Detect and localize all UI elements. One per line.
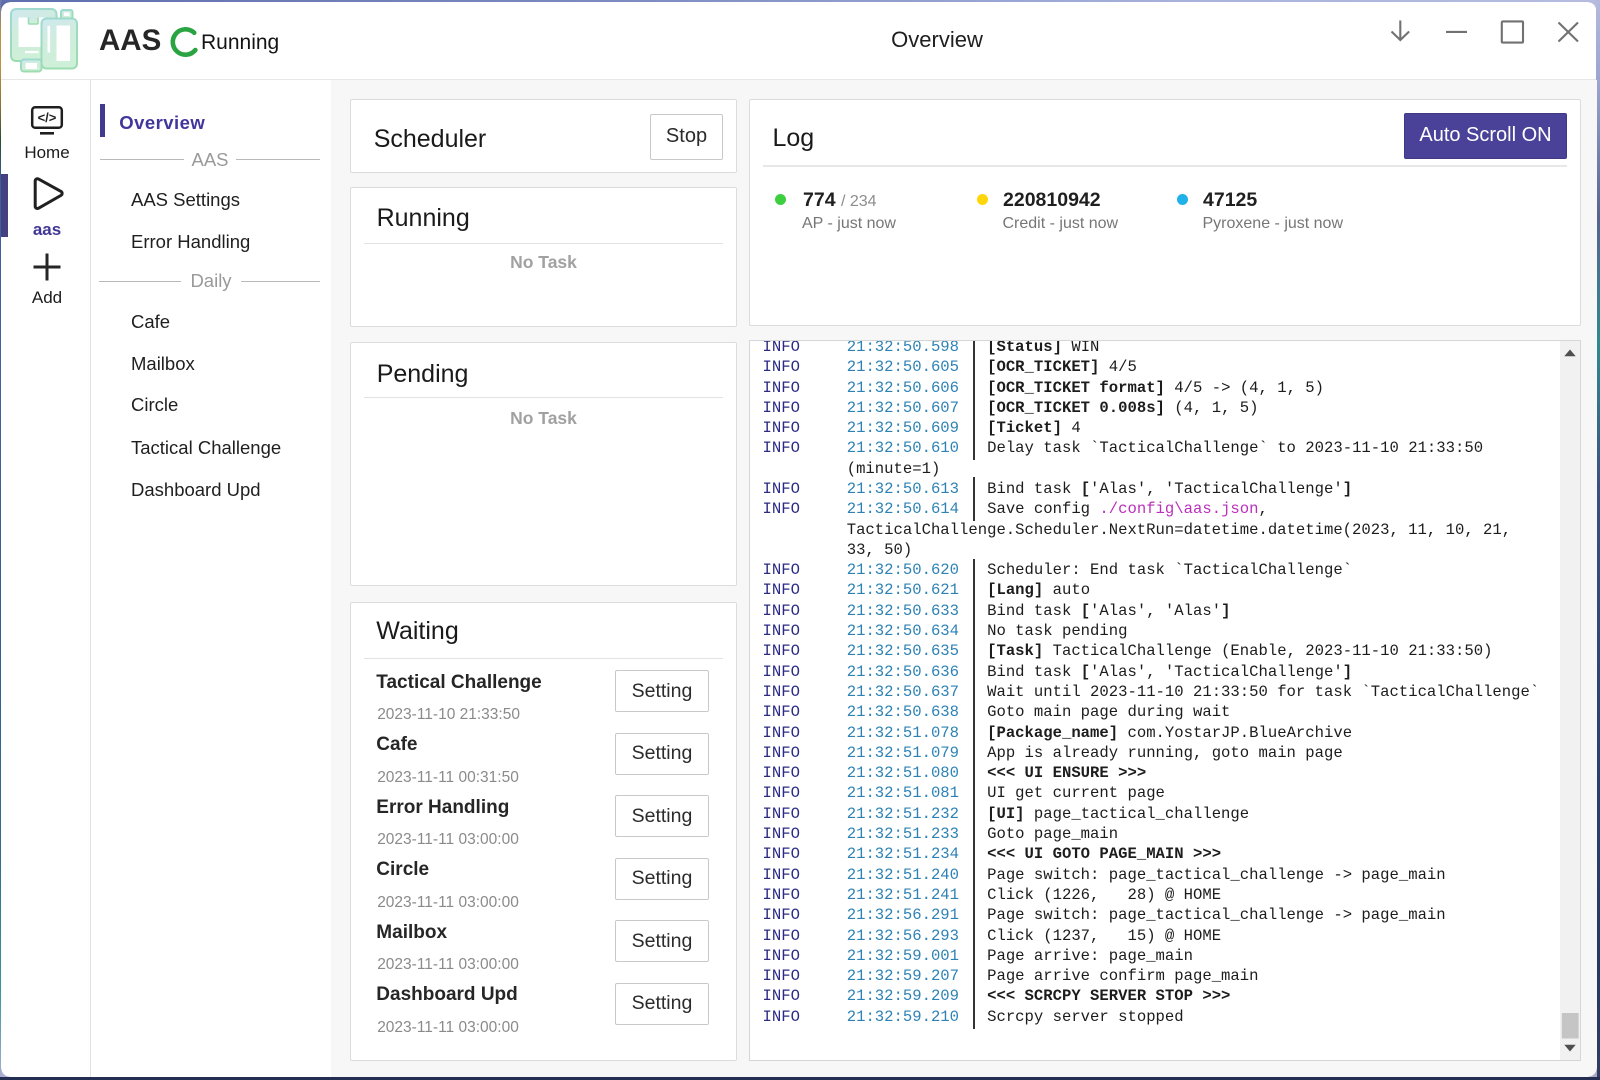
svg-text:</>: </> — [38, 110, 57, 125]
